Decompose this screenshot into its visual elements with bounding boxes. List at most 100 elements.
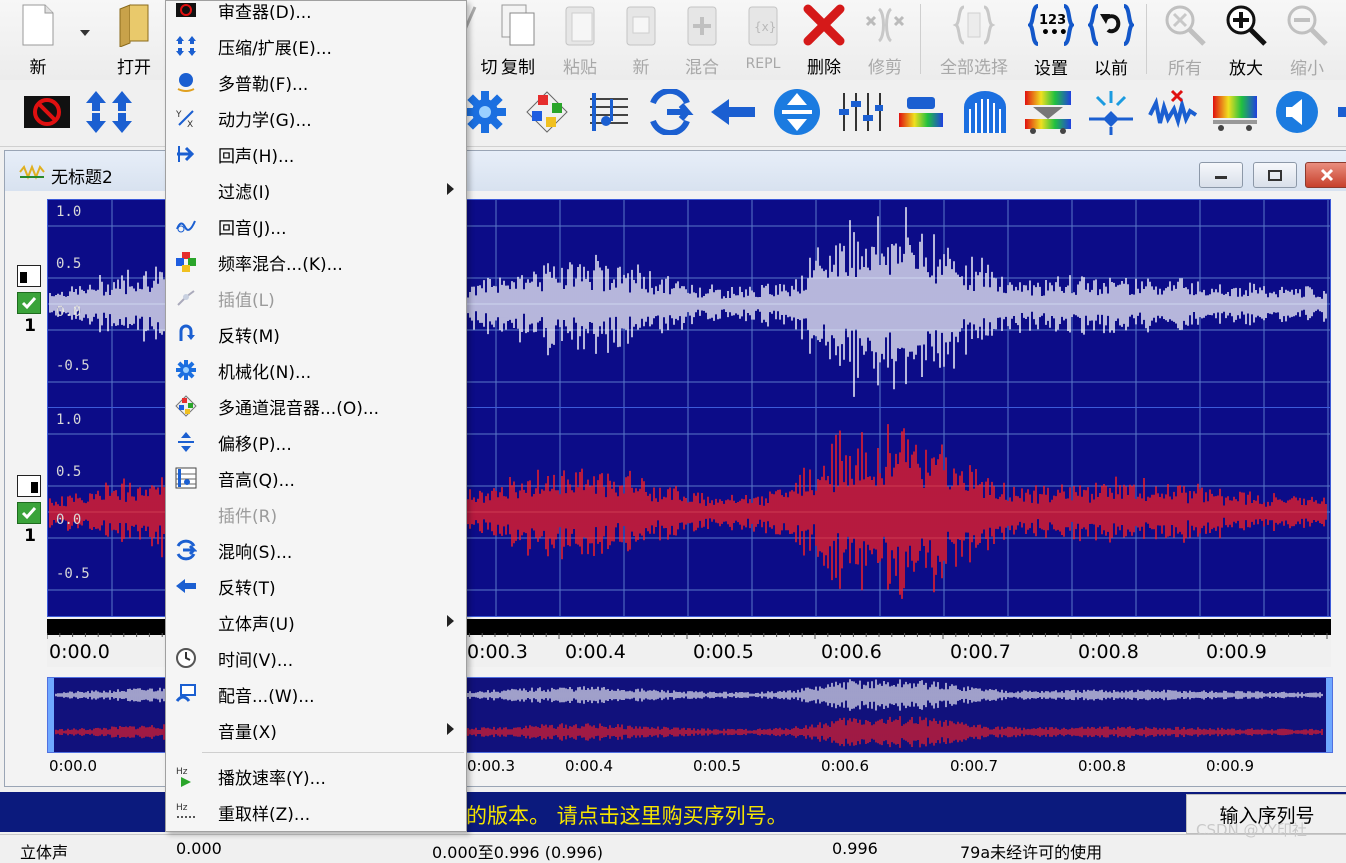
compress-icon <box>175 35 197 57</box>
reverb-arrow-button[interactable] <box>644 86 698 138</box>
time-label: 0:00.4 <box>565 641 626 663</box>
menu-item-stereo[interactable]: 立体声(U) <box>166 603 466 639</box>
stop-icon <box>24 96 70 128</box>
restore-icon <box>1268 170 1282 181</box>
time-label: 0:00.8 <box>1078 641 1139 663</box>
frequency-mix-icon <box>1025 91 1071 134</box>
status-length: 0.996 <box>832 839 878 858</box>
offset-effect-button[interactable] <box>770 86 824 138</box>
menu-item-frequency-mix[interactable]: 频率混合...(K)... <box>166 243 466 279</box>
stop-icon <box>175 0 197 21</box>
censor-effect-button[interactable] <box>20 86 74 138</box>
channel-1-enable-checkbox[interactable] <box>17 292 41 314</box>
menu-item-plugins[interactable]: 插件(R) <box>166 495 466 531</box>
status-position: 0.000 <box>176 839 222 858</box>
close-button[interactable] <box>1305 162 1346 188</box>
offset-icon <box>774 89 820 135</box>
overview-start-handle[interactable] <box>48 678 54 752</box>
zoom-out-button[interactable]: 缩小 <box>1277 0 1337 79</box>
dynamics-icon: YX <box>175 107 197 129</box>
time-label: 0:00.9 <box>1206 641 1267 663</box>
replace-button[interactable]: {x} REPL <box>733 0 793 78</box>
dynamics-effect-button[interactable] <box>833 86 887 138</box>
menu-item-reverb[interactable]: 回音(J)... <box>166 207 466 243</box>
menu-item-voiceover[interactable]: 配音...(W)... <box>166 675 466 711</box>
trim-button[interactable]: 修剪 <box>855 0 915 78</box>
amp-label-0-5: 0.5 <box>56 464 82 480</box>
volume-effect-button[interactable] <box>1270 86 1324 138</box>
menu-item-reverse[interactable]: 反转(T) <box>166 567 466 603</box>
maximize-button[interactable] <box>1253 162 1297 188</box>
overview-time-label: 0:00.4 <box>565 757 613 775</box>
menu-separator <box>202 752 464 753</box>
multichannel-mixer-button[interactable] <box>520 86 574 138</box>
purchase-banner-text[interactable]: 的版本。 请点击这里购买序列号。 <box>466 800 788 830</box>
paste-new-button[interactable]: 新 <box>611 0 671 78</box>
status-bar: 立体声 0.000 0.000至0.996 (0.996) 0.996 79a未… <box>0 834 1346 862</box>
menu-item-mechanize[interactable]: 机械化(N)... <box>166 351 466 387</box>
menu-item-dynamics[interactable]: YX 动力学(G)... <box>166 99 466 135</box>
spark-icon <box>1089 91 1133 135</box>
reverse-effect-button[interactable] <box>706 86 760 138</box>
svg-text:Hz: Hz <box>176 767 188 777</box>
menu-item-time[interactable]: 时间(V)... <box>166 639 466 675</box>
menu-item-censor[interactable]: 审查器(D)... <box>166 0 466 27</box>
mix-paste-icon <box>678 2 726 47</box>
equalizer-button[interactable] <box>1208 86 1262 138</box>
menu-item-compress-expand[interactable]: 压缩/扩展(E)... <box>166 27 466 63</box>
voiceover-icon <box>175 683 197 705</box>
noise-removal-button[interactable] <box>1146 86 1200 138</box>
compress-effect-button[interactable] <box>82 86 136 138</box>
new-dropdown-arrow-icon[interactable] <box>80 30 90 36</box>
menu-item-playback-rate[interactable]: Hz 播放速率(Y)... <box>166 757 466 793</box>
toolbar-separator <box>1146 4 1147 74</box>
gear-icon <box>175 359 197 381</box>
reverb-arrow-icon <box>175 539 197 561</box>
spark-effect-button[interactable] <box>1084 86 1138 138</box>
paste-new-icon <box>617 2 665 47</box>
amp-label-1-0: 1.0 <box>56 204 82 220</box>
frequency-effect-button[interactable] <box>894 86 948 138</box>
more-effects-button[interactable] <box>1326 86 1346 138</box>
menu-item-invert[interactable]: 反转(M) <box>166 315 466 351</box>
mix-paste-button[interactable]: 混合 <box>672 0 732 78</box>
pitch-effect-button[interactable] <box>582 86 636 138</box>
effects-dropdown-menu: 审查器(D)... 压缩/扩展(E)... 多普勒(F)... YX 动力学(G… <box>165 0 467 832</box>
menu-item-doppler[interactable]: 多普勒(F)... <box>166 63 466 99</box>
zoom-in-button[interactable]: 放大 <box>1216 0 1276 79</box>
settings-button[interactable]: 123 ••• 设置 <box>1021 0 1081 79</box>
frequency-mix-button[interactable] <box>1021 86 1075 138</box>
menu-item-reverb-s[interactable]: 混响(S)... <box>166 531 466 567</box>
channel-1-controls: 1 <box>17 265 43 336</box>
menu-item-resample[interactable]: Hz 重取样(Z)... <box>166 793 466 829</box>
open-button[interactable]: 打开 <box>104 0 164 78</box>
menu-item-multichannel-mixer[interactable]: 多通道混音器...(O)... <box>166 387 466 423</box>
filter-effect-button[interactable] <box>958 86 1012 138</box>
menu-item-echo[interactable]: 回声(H)... <box>166 135 466 171</box>
paste-button[interactable]: 粘贴 <box>550 0 610 78</box>
menu-item-offset[interactable]: 偏移(P)... <box>166 423 466 459</box>
status-selection: 0.000至0.996 (0.996) <box>432 843 603 862</box>
copy-button[interactable]: 复制 <box>488 0 548 78</box>
channel-2-enable-checkbox[interactable] <box>17 502 41 524</box>
menu-item-pitch[interactable]: 音高(Q)... <box>166 459 466 495</box>
overview-end-handle[interactable] <box>1326 678 1332 752</box>
channel-1-selector[interactable] <box>17 265 41 287</box>
undo-button[interactable]: 以前 <box>1081 0 1141 79</box>
gear-icon <box>464 91 506 133</box>
channel-2-selector[interactable] <box>17 475 41 497</box>
zoom-all-button[interactable]: 所有 <box>1155 0 1215 79</box>
menu-item-interpolate[interactable]: 插值(L) <box>166 279 466 315</box>
delete-button[interactable]: 删除 <box>794 0 854 78</box>
overview-time-label: 0:00.5 <box>693 757 741 775</box>
waveform-doc-icon <box>19 164 45 180</box>
select-all-button[interactable]: 全部选择 <box>940 0 1008 78</box>
copy-icon <box>494 2 542 47</box>
time-label: 0:00.7 <box>950 641 1011 663</box>
amp-label-neg-0-5: -0.5 <box>56 566 90 582</box>
time-label: 0:00.3 <box>467 641 528 663</box>
menu-item-filter[interactable]: 过滤(I) <box>166 171 466 207</box>
minimize-button[interactable] <box>1199 162 1243 188</box>
new-button[interactable]: 新 <box>8 0 68 78</box>
menu-item-volume[interactable]: 音量(X) <box>166 711 466 747</box>
